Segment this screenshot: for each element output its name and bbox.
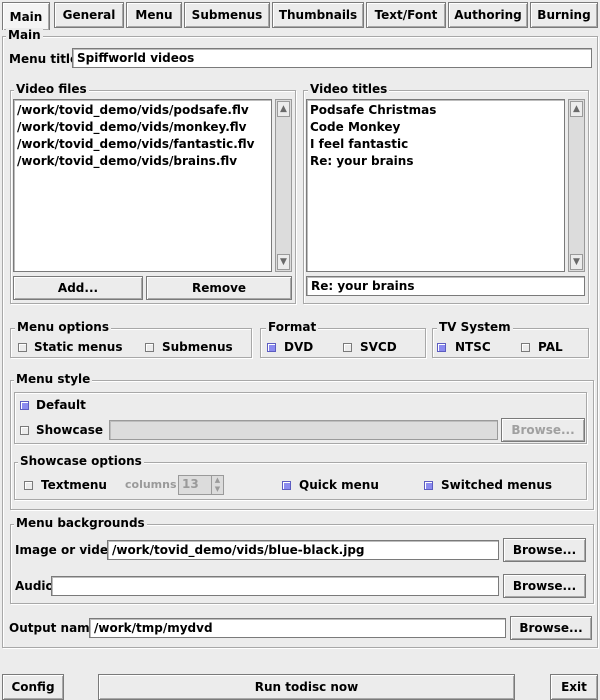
video-title-edit-input[interactable]: Re: your brains [306, 276, 585, 296]
ntsc-radio[interactable] [437, 343, 446, 352]
showcase-style-label[interactable]: Showcase [36, 423, 103, 437]
tab-label: Submenus [191, 8, 263, 22]
default-style-radio[interactable] [20, 401, 29, 410]
audio-input[interactable] [51, 576, 499, 596]
columns-spinbox[interactable]: 13 ▲ ▼ [178, 475, 224, 495]
tab-label: Main [9, 9, 43, 24]
dvd-label[interactable]: DVD [284, 340, 313, 354]
image-or-video-input[interactable]: /work/tovid_demo/vids/blue-black.jpg [107, 540, 499, 560]
default-style-label[interactable]: Default [36, 398, 86, 412]
audio-label: Audio [15, 579, 54, 593]
tv-system-legend: TV System [437, 320, 513, 334]
list-item[interactable]: Podsafe Christmas [310, 102, 561, 119]
tab-label: Text/Font [374, 8, 438, 22]
exit-button[interactable]: Exit [550, 674, 598, 700]
list-item[interactable]: /work/tovid_demo/vids/monkey.flv [17, 119, 268, 136]
menu-title-input[interactable]: Spiffworld videos [72, 48, 592, 68]
columns-value: 13 [182, 477, 199, 491]
pal-label[interactable]: PAL [538, 340, 563, 354]
tab-menu[interactable]: Menu [126, 2, 182, 28]
video-titles-legend: Video titles [308, 82, 390, 96]
tab-burning[interactable]: Burning [530, 2, 598, 28]
static-menus-label[interactable]: Static menus [34, 340, 123, 354]
tab-label: Thumbnails [278, 8, 358, 22]
menu-backgrounds-legend: Menu backgrounds [14, 516, 147, 530]
svcd-label[interactable]: SVCD [360, 340, 397, 354]
textmenu-checkbox[interactable] [24, 481, 33, 490]
scroll-up-icon[interactable]: ▲ [570, 101, 583, 117]
showcase-options-legend: Showcase options [18, 454, 144, 468]
switched-menus-checkbox[interactable] [424, 481, 433, 490]
format-legend: Format [266, 320, 319, 334]
ntsc-label[interactable]: NTSC [455, 340, 491, 354]
tab-authoring[interactable]: Authoring [448, 2, 528, 28]
scroll-down-icon[interactable]: ▼ [570, 254, 583, 270]
switched-menus-label[interactable]: Switched menus [441, 478, 552, 492]
static-menus-checkbox[interactable] [18, 343, 27, 352]
pal-radio[interactable] [521, 343, 530, 352]
image-browse-button[interactable]: Browse... [503, 538, 586, 562]
list-item[interactable]: /work/tovid_demo/vids/podsafe.flv [17, 102, 268, 119]
showcase-file-input [109, 420, 498, 440]
list-item[interactable]: I feel fantastic [310, 136, 561, 153]
menu-options-legend: Menu options [15, 320, 111, 334]
output-name-input[interactable]: /work/tmp/mydvd [89, 618, 506, 638]
output-browse-button[interactable]: Browse... [510, 616, 592, 640]
video-files-scrollbar[interactable]: ▲ ▼ [275, 99, 292, 272]
config-button[interactable]: Config [2, 674, 64, 700]
textmenu-label[interactable]: Textmenu [41, 478, 107, 492]
tab-text-font[interactable]: Text/Font [366, 2, 446, 28]
output-name-label: Output name [9, 621, 98, 635]
tab-general[interactable]: General [54, 2, 124, 28]
run-todisc-button[interactable]: Run todisc now [98, 674, 515, 700]
list-item[interactable]: /work/tovid_demo/vids/brains.flv [17, 153, 268, 170]
showcase-style-radio[interactable] [20, 426, 29, 435]
main-legend: Main [6, 28, 43, 42]
list-item[interactable]: Code Monkey [310, 119, 561, 136]
add-video-button[interactable]: Add... [13, 276, 143, 300]
submenus-checkbox[interactable] [145, 343, 154, 352]
tab-thumbnails[interactable]: Thumbnails [272, 2, 364, 28]
list-item[interactable]: Re: your brains [310, 153, 561, 170]
tab-label: Burning [537, 8, 591, 22]
tab-main[interactable]: Main [2, 2, 50, 30]
menu-title-label: Menu title [9, 52, 79, 66]
audio-browse-button[interactable]: Browse... [503, 574, 586, 598]
image-or-video-label: Image or video [15, 543, 117, 557]
scroll-down-icon[interactable]: ▼ [277, 254, 290, 270]
svcd-radio[interactable] [343, 343, 352, 352]
showcase-browse-button[interactable]: Browse... [501, 418, 585, 442]
dvd-radio[interactable] [267, 343, 276, 352]
video-titles-scrollbar[interactable]: ▲ ▼ [568, 99, 585, 272]
video-files-legend: Video files [14, 82, 89, 96]
video-files-list[interactable]: /work/tovid_demo/vids/podsafe.flv /work/… [13, 99, 272, 272]
list-item[interactable]: /work/tovid_demo/vids/fantastic.flv [17, 136, 268, 153]
spin-arrows-icon[interactable]: ▲ ▼ [211, 476, 223, 494]
columns-label: columns [125, 478, 177, 491]
menu-style-legend: Menu style [14, 372, 93, 386]
submenus-label[interactable]: Submenus [162, 340, 233, 354]
quick-menu-checkbox[interactable] [282, 481, 291, 490]
scroll-up-icon[interactable]: ▲ [277, 101, 290, 117]
quick-menu-label[interactable]: Quick menu [299, 478, 379, 492]
tab-label: Authoring [454, 8, 522, 22]
tab-label: Menu [135, 8, 173, 22]
remove-video-button[interactable]: Remove [146, 276, 292, 300]
tab-submenus[interactable]: Submenus [184, 2, 270, 28]
video-titles-list[interactable]: Podsafe Christmas Code Monkey I feel fan… [306, 99, 565, 272]
tab-label: General [62, 8, 116, 22]
